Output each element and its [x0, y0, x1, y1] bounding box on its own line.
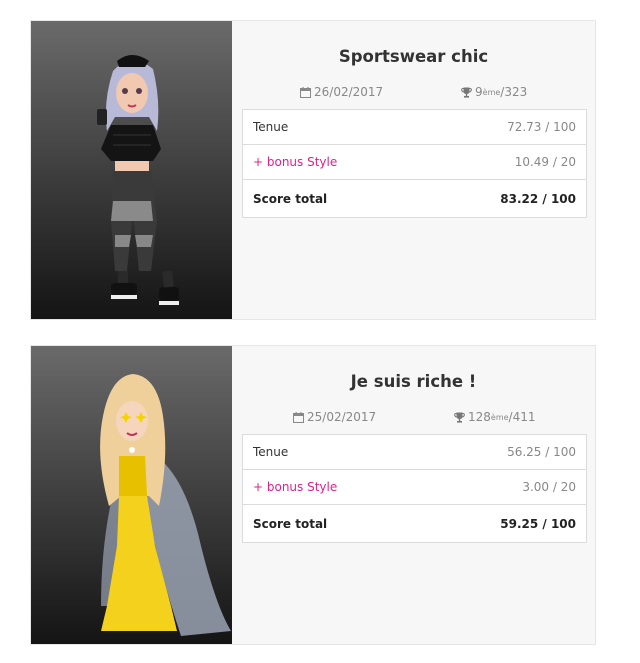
score-table: Tenue 72.73 / 100 + bonus Style 10.49 / …	[241, 109, 587, 218]
table-row: + bonus Style 3.00 / 20	[241, 469, 587, 505]
rank-total: /411	[508, 410, 536, 424]
total-label: Score total	[241, 179, 422, 218]
contest-info: Sportswear chic 26/02/2017 9 ème/323 Tenu…	[232, 21, 595, 319]
contest-title: Sportswear chic	[338, 47, 489, 66]
bonus-value: 10.49 / 20	[421, 144, 587, 180]
total-value: 83.22 / 100	[421, 179, 587, 218]
bonus-label: + bonus Style	[241, 144, 422, 180]
total-label: Score total	[241, 504, 422, 543]
contest-date: 25/02/2017	[293, 410, 376, 424]
score-label: Tenue	[241, 109, 422, 145]
calendar-icon	[293, 411, 304, 423]
contest-title: Je suis riche !	[350, 372, 477, 391]
avatar-image[interactable]	[31, 346, 232, 644]
total-value: 59.25 / 100	[421, 504, 587, 543]
contest-date-text: 26/02/2017	[314, 85, 384, 99]
contest-info: Je suis riche ! 25/02/2017 128 ème/411 Te…	[232, 346, 595, 644]
contest-rank: 9 ème/323	[461, 85, 527, 99]
table-row: + bonus Style 10.49 / 20	[241, 144, 587, 180]
contest-date-text: 25/02/2017	[307, 410, 377, 424]
contest-card: Je suis riche ! 25/02/2017 128 ème/411 Te…	[30, 345, 596, 645]
table-row: Score total 59.25 / 100	[241, 504, 587, 543]
contest-rank: 128 ème/411	[454, 410, 536, 424]
bonus-label: + bonus Style	[241, 469, 422, 505]
calendar-icon	[300, 86, 311, 98]
table-row: Tenue 56.25 / 100	[241, 434, 587, 470]
rank-total: /323	[500, 85, 528, 99]
trophy-icon	[461, 87, 472, 98]
avatar-image[interactable]	[31, 21, 232, 319]
trophy-icon	[454, 412, 465, 423]
score-value: 72.73 / 100	[421, 109, 587, 145]
rank-position: 9	[475, 85, 483, 99]
contest-date: 26/02/2017	[300, 85, 383, 99]
contest-card: Sportswear chic 26/02/2017 9 ème/323 Tenu…	[30, 20, 596, 320]
score-table: Tenue 56.25 / 100 + bonus Style 3.00 / 2…	[241, 434, 587, 543]
rank-suffix: ème	[490, 412, 509, 422]
table-row: Score total 83.22 / 100	[241, 179, 587, 218]
rank-suffix: ème	[482, 87, 501, 97]
bonus-value: 3.00 / 20	[421, 469, 587, 505]
score-label: Tenue	[241, 434, 422, 470]
table-row: Tenue 72.73 / 100	[241, 109, 587, 145]
score-value: 56.25 / 100	[421, 434, 587, 470]
rank-position: 128	[468, 410, 491, 424]
